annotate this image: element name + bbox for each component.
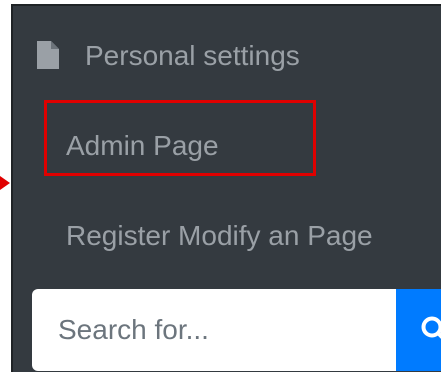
file-icon	[37, 41, 59, 69]
sidebar-item-label: Register Modify an Page	[66, 220, 373, 251]
sidebar-panel: Personal settings Admin Page Register Mo…	[11, 4, 441, 372]
annotation-highlight-box	[44, 100, 316, 176]
annotation-arrow-tip	[0, 176, 10, 190]
sidebar-item-label: Personal settings	[85, 40, 300, 71]
search-icon	[421, 316, 441, 339]
search-input[interactable]	[32, 289, 396, 371]
search-group	[32, 289, 441, 371]
search-button[interactable]	[396, 289, 441, 371]
